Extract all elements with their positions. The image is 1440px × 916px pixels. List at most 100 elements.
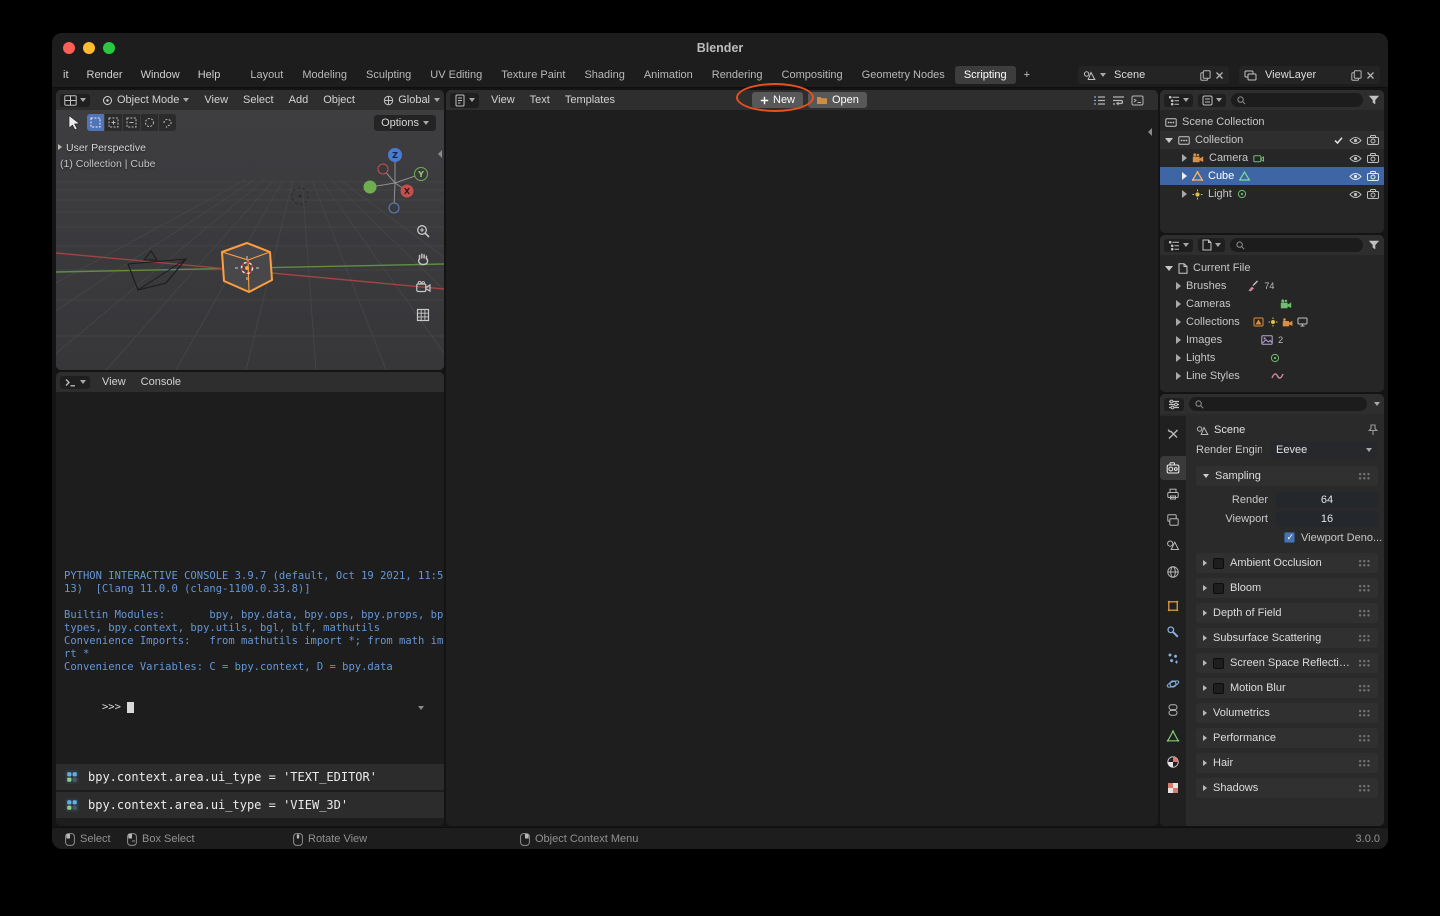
active-tool-cursor-icon[interactable] [68, 115, 81, 130]
word-wrap-icon[interactable] [1112, 95, 1125, 106]
text-templates-menu[interactable]: Templates [558, 92, 622, 108]
region-chevron-icon[interactable] [418, 706, 424, 710]
add-workspace-button[interactable]: + [1017, 66, 1037, 84]
disable-render-icon[interactable] [1367, 189, 1379, 199]
bloom-panel[interactable]: Bloom [1196, 578, 1378, 598]
tab-object-properties[interactable] [1160, 594, 1186, 618]
text-view-menu[interactable]: View [484, 92, 522, 108]
editor-type-button[interactable] [60, 93, 90, 107]
tab-scene-properties[interactable] [1160, 534, 1186, 558]
tab-object-data-properties[interactable] [1160, 724, 1186, 748]
row-lights[interactable]: Lights [1160, 349, 1384, 367]
tab-animation[interactable]: Animation [635, 66, 702, 84]
drag-grip-icon[interactable] [1358, 683, 1371, 693]
drag-grip-icon[interactable] [1358, 558, 1371, 568]
new-scene-button[interactable] [1200, 69, 1211, 81]
drag-grip-icon[interactable] [1358, 658, 1371, 668]
select-circle-tool-button[interactable] [141, 114, 158, 131]
toggle-ortho-grid-button[interactable] [414, 306, 432, 324]
hide-eye-icon[interactable] [1349, 190, 1362, 199]
disable-render-icon[interactable] [1367, 153, 1379, 163]
drag-grip-icon[interactable] [1358, 608, 1371, 618]
drag-grip-icon[interactable] [1358, 758, 1371, 768]
remove-view-layer-button[interactable] [1366, 71, 1375, 80]
editor-type-button[interactable] [1164, 397, 1184, 411]
tab-sculpting[interactable]: Sculpting [357, 66, 420, 84]
display-mode-button[interactable] [1198, 238, 1225, 252]
expand-icon[interactable] [1176, 300, 1181, 308]
outliner-row-collection[interactable]: Collection [1160, 131, 1384, 149]
tab-scripting[interactable]: Scripting [954, 66, 1016, 84]
info-log-row[interactable]: bpy.context.area.ui_type = 'VIEW_3D' [56, 792, 444, 818]
unlink-scene-button[interactable] [1215, 71, 1224, 80]
menu-render[interactable]: Render [78, 66, 132, 84]
motion-blur-panel[interactable]: Motion Blur [1196, 678, 1378, 698]
hide-eye-icon[interactable] [1349, 136, 1362, 145]
drag-grip-icon[interactable] [1358, 633, 1371, 643]
add-menu[interactable]: Add [282, 92, 316, 108]
expand-icon[interactable] [1176, 318, 1181, 326]
gizmo-axis-ball[interactable] [363, 180, 377, 194]
hide-eye-icon[interactable] [1349, 154, 1362, 163]
select-extend-tool-button[interactable] [105, 114, 122, 131]
filter-funnel-icon[interactable] [1368, 95, 1380, 105]
open-text-button[interactable]: Open [808, 92, 867, 108]
row-current-file[interactable]: Current File [1160, 259, 1384, 277]
menu-window[interactable]: Window [132, 66, 189, 84]
gizmo-axis-ball[interactable] [377, 163, 389, 175]
tab-layout[interactable]: Layout [241, 66, 292, 84]
row-brushes[interactable]: Brushes 74 [1160, 277, 1384, 295]
console-console-menu[interactable]: Console [134, 374, 188, 390]
close-window-button[interactable] [63, 42, 75, 54]
object-menu[interactable]: Object [316, 92, 362, 108]
viewport-denoising-checkbox[interactable] [1284, 532, 1295, 543]
new-view-layer-button[interactable] [1351, 69, 1362, 81]
move-view-hand-button[interactable] [414, 250, 432, 268]
tab-tool-properties[interactable] [1160, 422, 1186, 446]
editor-type-button[interactable] [1164, 238, 1193, 252]
console-prompt[interactable]: >>> [64, 688, 134, 727]
mode-selector[interactable]: Object Mode [95, 92, 196, 108]
maximize-window-button[interactable] [103, 42, 115, 54]
display-mode-button[interactable] [1198, 93, 1226, 107]
disable-render-icon[interactable] [1367, 171, 1379, 181]
tab-world-properties[interactable] [1160, 560, 1186, 584]
drag-grip-icon[interactable] [1358, 583, 1371, 593]
tab-shading[interactable]: Shading [575, 66, 633, 84]
expand-icon[interactable] [1176, 372, 1181, 380]
sidebar-collapse-icon[interactable] [438, 150, 442, 158]
tab-texture-properties[interactable] [1160, 776, 1186, 800]
render-engine-dropdown[interactable]: Eevee [1270, 441, 1378, 459]
syntax-highlight-icon[interactable] [1131, 95, 1144, 106]
outliner-row-scene-collection[interactable]: Scene Collection [1160, 113, 1384, 131]
panel-checkbox[interactable] [1213, 682, 1224, 694]
collapse-icon[interactable] [1165, 265, 1173, 271]
sampling-panel-header[interactable]: Sampling [1196, 466, 1378, 486]
properties-search-input[interactable] [1189, 397, 1367, 411]
expand-icon[interactable] [1176, 282, 1181, 290]
expand-icon[interactable] [1182, 154, 1187, 162]
disable-render-icon[interactable] [1367, 135, 1379, 145]
shadows-panel[interactable]: Shadows [1196, 778, 1378, 798]
tab-compositing[interactable]: Compositing [773, 66, 852, 84]
console-view-menu[interactable]: View [95, 374, 133, 390]
drag-grip-icon[interactable] [1358, 708, 1371, 718]
outliner-search-input[interactable] [1231, 93, 1363, 107]
row-cameras[interactable]: Cameras [1160, 295, 1384, 313]
line-numbers-icon[interactable] [1093, 95, 1106, 106]
row-collections[interactable]: Collections [1160, 313, 1384, 331]
tab-output-properties[interactable] [1160, 482, 1186, 506]
panel-checkbox[interactable] [1213, 657, 1224, 669]
viewport-samples-field[interactable]: 16 [1276, 511, 1378, 527]
tab-particle-properties[interactable] [1160, 646, 1186, 670]
info-log-row[interactable]: bpy.context.area.ui_type = 'TEXT_EDITOR' [56, 764, 444, 790]
tab-material-properties[interactable] [1160, 750, 1186, 774]
render-samples-field[interactable]: 64 [1276, 492, 1378, 508]
drag-grip-icon[interactable] [1358, 733, 1371, 743]
tab-geometry-nodes[interactable]: Geometry Nodes [853, 66, 954, 84]
tab-physics-properties[interactable] [1160, 672, 1186, 696]
expand-icon[interactable] [1176, 336, 1181, 344]
row-images[interactable]: Images 2 [1160, 331, 1384, 349]
toolbar-expand-icon[interactable] [58, 144, 62, 150]
drag-grip-icon[interactable] [1358, 471, 1371, 481]
